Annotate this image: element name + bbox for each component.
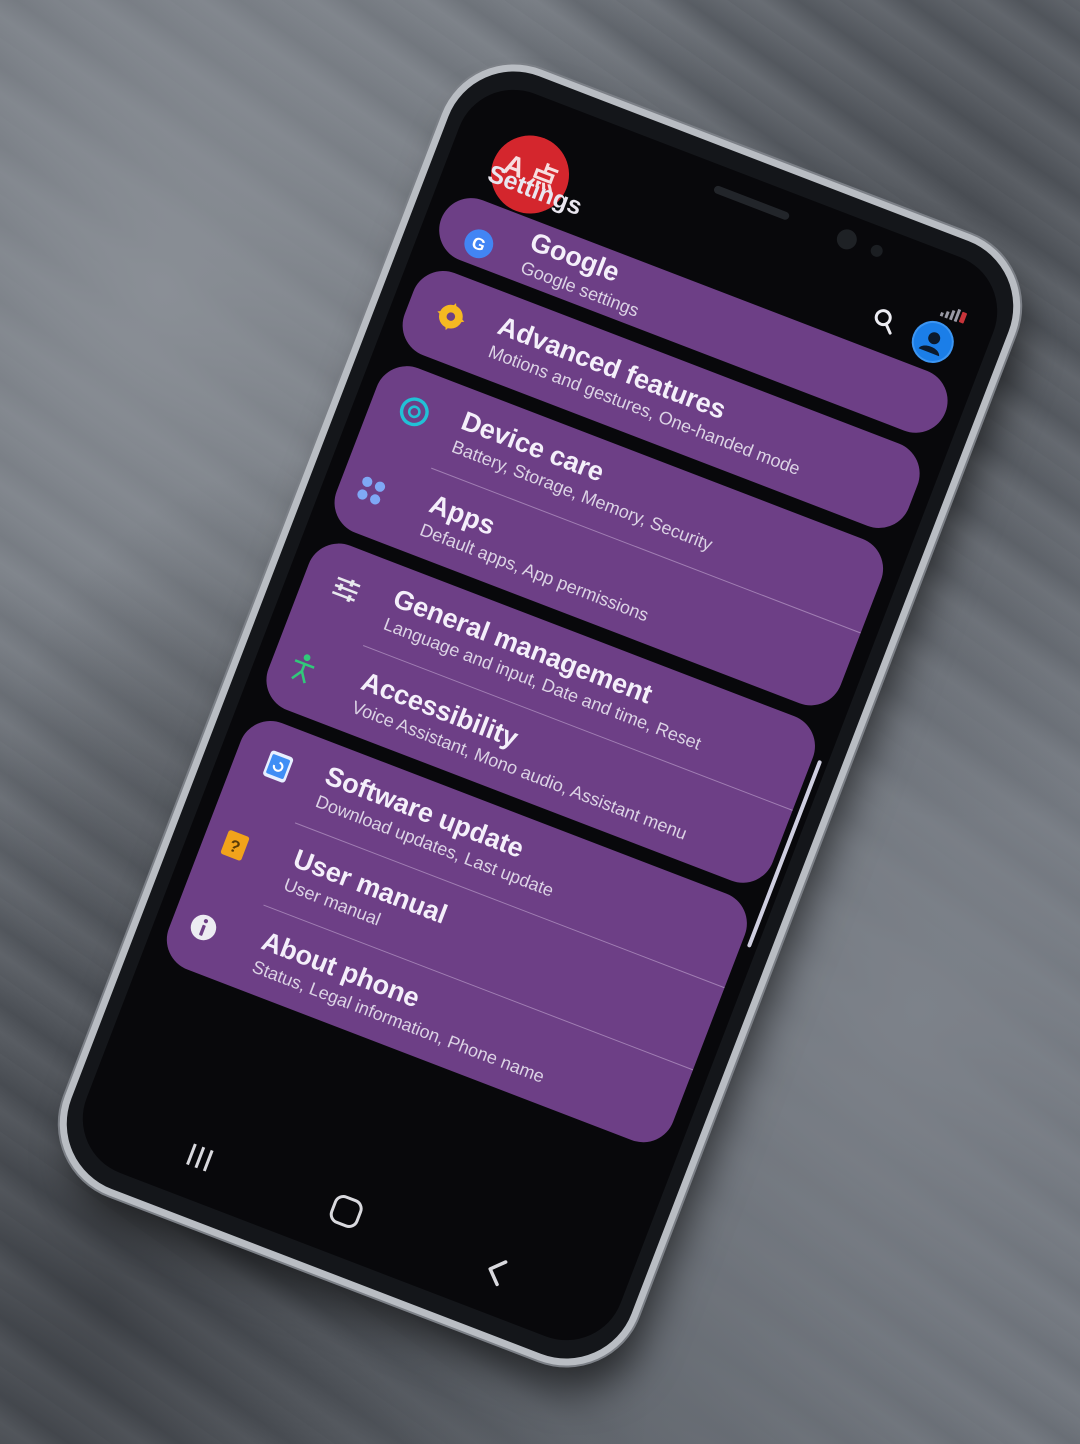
- signal-icon: [939, 308, 967, 324]
- search-icon[interactable]: [869, 305, 900, 336]
- info-icon: [178, 902, 230, 954]
- recent-apps-icon[interactable]: [179, 1137, 221, 1177]
- profile-icon[interactable]: [905, 314, 960, 370]
- sliders-icon: [320, 563, 372, 615]
- gear-plus-icon: [425, 291, 477, 343]
- proximity-sensor: [868, 243, 885, 259]
- user-manual-icon: ?: [209, 820, 261, 872]
- accessibility-icon: [277, 642, 329, 694]
- device-care-icon: [388, 386, 440, 438]
- software-update-icon: [252, 741, 304, 793]
- back-icon[interactable]: [477, 1250, 517, 1292]
- front-camera: [833, 226, 860, 253]
- phone: A 点 Settings G Google Google settings Ad…: [46, 51, 1034, 1379]
- settings-list: G Google Google settings Advanced featur…: [152, 188, 957, 1165]
- home-icon[interactable]: [326, 1192, 366, 1231]
- phone-screen: A 点 Settings G Google Google settings Ad…: [65, 72, 1015, 1358]
- google-icon: G: [453, 218, 505, 270]
- apps-icon: [345, 465, 397, 517]
- person-icon: [918, 332, 941, 357]
- navigation-bar: [70, 1085, 626, 1346]
